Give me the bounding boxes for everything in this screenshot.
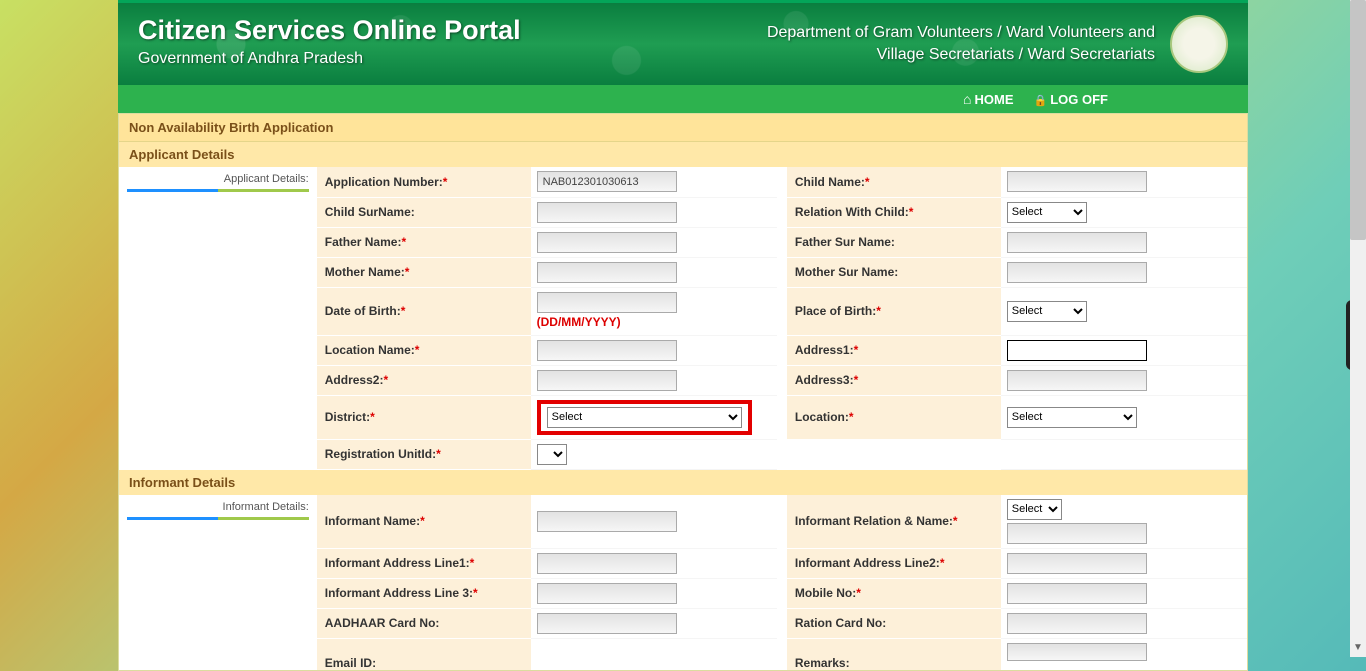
scroll-down-icon[interactable]: ▼ — [1350, 642, 1366, 653]
mother-name-input[interactable] — [537, 262, 677, 283]
app-number-input[interactable] — [537, 171, 677, 192]
dept-line1: Department of Gram Volunteers / Ward Vol… — [767, 22, 1155, 44]
address1-input[interactable] — [1007, 340, 1147, 361]
dob-hint: (DD/MM/YYYY) — [537, 315, 621, 329]
address1-label: Address1: — [795, 343, 854, 357]
portal-subtitle: Government of Andhra Pradesh — [138, 50, 521, 68]
applicant-section-header: Applicant Details — [119, 142, 1247, 167]
child-surname-input[interactable] — [537, 202, 677, 223]
remarks-input[interactable] — [1007, 643, 1147, 661]
informant-addr3-input[interactable] — [537, 583, 677, 604]
portal-title: Citizen Services Online Portal — [138, 15, 521, 46]
district-highlight: Select — [537, 400, 752, 435]
informant-addr3-label: Informant Address Line 3: — [325, 586, 473, 600]
logoff-link[interactable]: LOG OFF — [1034, 92, 1108, 107]
pob-label: Place of Birth: — [795, 304, 876, 318]
informant-name-input[interactable] — [537, 511, 677, 532]
top-navbar: HOME LOG OFF — [118, 85, 1248, 113]
ration-label: Ration Card No: — [795, 616, 886, 630]
child-name-label: Child Name: — [795, 175, 865, 189]
aadhaar-label: AADHAAR Card No: — [325, 616, 440, 630]
dob-input[interactable] — [537, 292, 677, 313]
father-name-label: Father Name: — [325, 235, 402, 249]
informant-addr1-input[interactable] — [537, 553, 677, 574]
child-surname-label: Child SurName: — [325, 205, 415, 219]
remarks-label: Remarks: — [795, 656, 850, 670]
header-banner: Citizen Services Online Portal Governmen… — [118, 0, 1248, 85]
address2-input[interactable] — [537, 370, 677, 391]
relation-label: Relation With Child: — [795, 205, 909, 219]
district-label: District: — [325, 410, 370, 424]
mother-surname-label: Mother Sur Name: — [795, 265, 898, 279]
mother-surname-input[interactable] — [1007, 262, 1147, 283]
father-name-input[interactable] — [537, 232, 677, 253]
informant-addr2-label: Informant Address Line2: — [795, 556, 940, 570]
location-name-input[interactable] — [537, 340, 677, 361]
home-link[interactable]: HOME — [963, 91, 1013, 107]
address3-label: Address3: — [795, 373, 854, 387]
informant-relation-select[interactable]: Select — [1007, 499, 1062, 520]
informant-relation-label: Informant Relation & Name: — [795, 514, 953, 528]
govt-emblem-icon — [1170, 15, 1228, 73]
pob-select[interactable]: Select — [1007, 301, 1087, 322]
informant-side-label: Informant Details: — [127, 501, 309, 520]
mobile-input[interactable] — [1007, 583, 1147, 604]
informant-addr2-input[interactable] — [1007, 553, 1147, 574]
father-surname-label: Father Sur Name: — [795, 235, 895, 249]
scrollbar-thumb[interactable] — [1350, 0, 1366, 240]
informant-name-label: Informant Name: — [325, 514, 420, 528]
location-label: Location: — [795, 410, 849, 424]
aadhaar-input[interactable] — [537, 613, 677, 634]
address3-input[interactable] — [1007, 370, 1147, 391]
scrollbar[interactable]: ▼ — [1350, 0, 1366, 657]
informant-addr1-label: Informant Address Line1: — [325, 556, 470, 570]
informant-relation-name-input[interactable] — [1007, 523, 1147, 544]
dob-label: Date of Birth: — [325, 304, 401, 318]
applicant-side-label: Applicant Details: — [127, 173, 309, 192]
ration-input[interactable] — [1007, 613, 1147, 634]
page-title: Non Availability Birth Application — [119, 114, 1247, 142]
app-number-label: Application Number: — [325, 175, 443, 189]
location-select[interactable]: Select — [1007, 407, 1137, 428]
mobile-label: Mobile No: — [795, 586, 856, 600]
dept-line2: Village Secretariats / Ward Secretariats — [767, 44, 1155, 66]
email-label: Email ID: — [325, 656, 376, 670]
child-name-input[interactable] — [1007, 171, 1147, 192]
district-select[interactable]: Select — [547, 407, 742, 428]
mother-name-label: Mother Name: — [325, 265, 405, 279]
father-surname-input[interactable] — [1007, 232, 1147, 253]
address2-label: Address2: — [325, 373, 384, 387]
location-name-label: Location Name: — [325, 343, 415, 357]
reg-unit-select[interactable] — [537, 444, 567, 465]
informant-section-header: Informant Details — [119, 470, 1247, 495]
reg-unit-label: Registration UnitId: — [325, 447, 436, 461]
relation-select[interactable]: Select — [1007, 202, 1087, 223]
